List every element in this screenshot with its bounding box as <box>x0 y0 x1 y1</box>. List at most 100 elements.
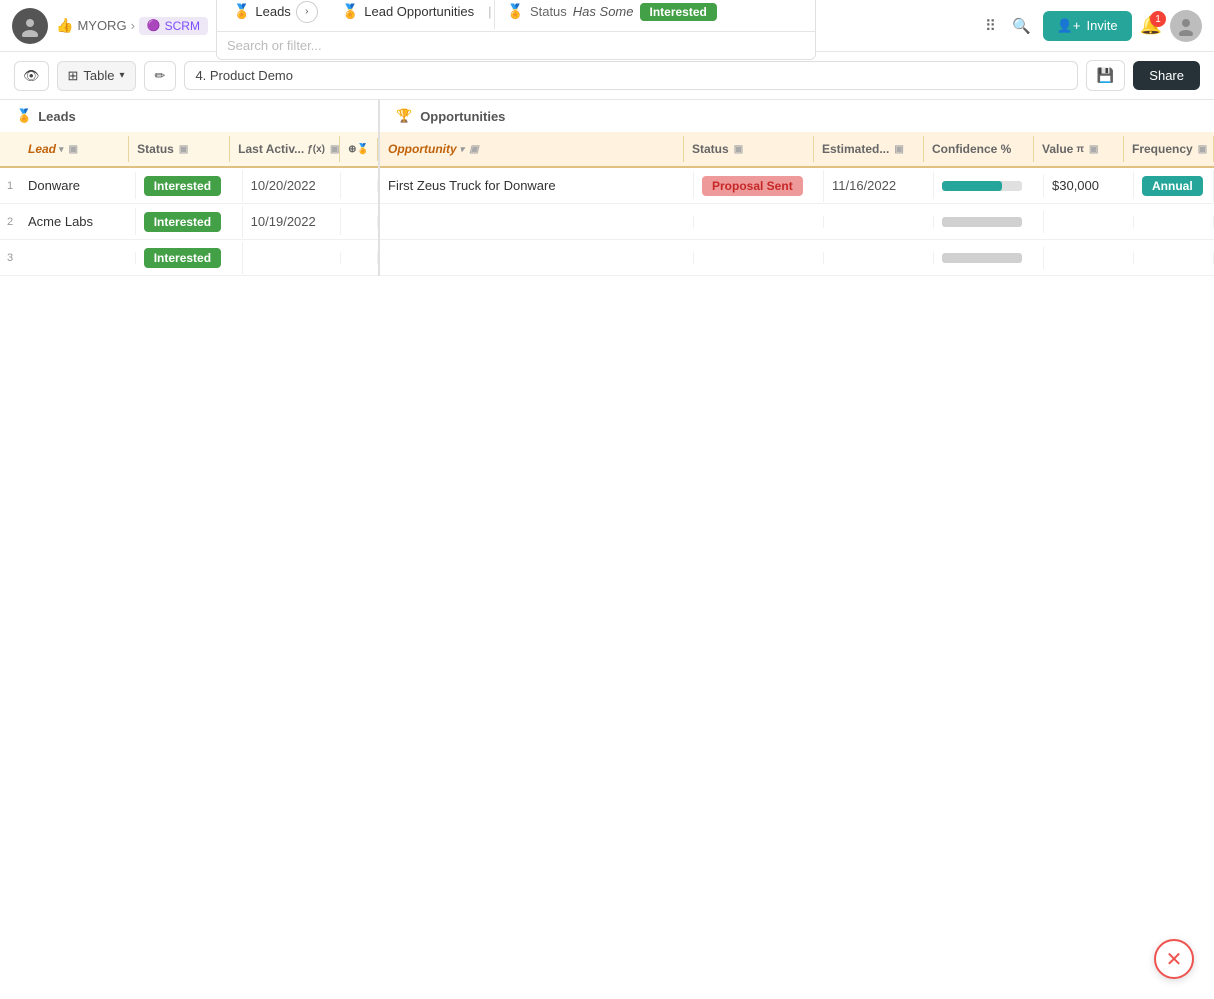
table-row[interactable]: 1 Donware Interested 10/20/2022 <box>0 168 378 204</box>
table-row[interactable] <box>380 204 1214 240</box>
breadcrumb-trail: 🏅 Leads › 🏅 Lead Opportunities | 🏅 Statu… <box>216 0 816 60</box>
invite-button[interactable]: 👤+ Invite <box>1043 11 1132 41</box>
lead-controls-cell <box>341 252 378 264</box>
has-some-label: Has Some <box>573 4 634 19</box>
share-button[interactable]: Share <box>1133 61 1200 90</box>
table-row[interactable]: First Zeus Truck for Donware Proposal Se… <box>380 168 1214 204</box>
estimated-cell: 11/16/2022 <box>824 172 934 199</box>
lead-name-cell[interactable] <box>20 252 136 264</box>
breadcrumb-leads[interactable]: 🏅 Leads › <box>221 0 330 31</box>
app-name: SCRM <box>165 19 200 33</box>
frequency-cell: Annual <box>1134 170 1214 202</box>
opp-status-col-label: Status <box>692 142 729 156</box>
lead-col-label: Lead <box>28 142 56 156</box>
interested-filter-badge[interactable]: Interested <box>640 3 717 21</box>
lead-filter-icon[interactable]: ▣ <box>69 144 78 155</box>
estimated-filter-icon[interactable]: ▣ <box>894 144 903 155</box>
chevron-icon: › <box>131 18 135 33</box>
controls-icons: ⊕🏅 <box>348 144 369 155</box>
estimated-cell <box>824 252 934 264</box>
status-icon: 🏅 <box>507 3 524 20</box>
leads-col-headers: Lead ▾ ▣ Status ▣ Last Activ... ƒ(x) ▣ ⊕… <box>0 132 378 168</box>
edit-button[interactable]: ✏ <box>144 61 177 91</box>
lead-name-cell[interactable]: Acme Labs <box>20 208 136 235</box>
save-button[interactable]: 💾 <box>1086 60 1125 91</box>
value-filter-icon[interactable]: ▣ <box>1089 144 1098 155</box>
leads-section-title: 🏅 Leads <box>0 100 378 132</box>
grid-menu-button[interactable]: ⠿ <box>981 13 1000 39</box>
org-breadcrumb: 👍 MYORG › 🟣 SCRM <box>56 17 208 35</box>
activity-col-label: Last Activ... <box>238 142 304 156</box>
status-col-header[interactable]: Status ▣ <box>129 136 230 162</box>
opportunity-col-label: Opportunity <box>388 142 457 156</box>
opportunity-cell[interactable] <box>380 252 694 264</box>
confidence-col-header[interactable]: Confidence % <box>924 136 1034 162</box>
stage-input[interactable] <box>184 61 1077 90</box>
org-name[interactable]: MYORG <box>77 18 126 33</box>
user-avatar-main[interactable] <box>12 8 48 44</box>
controls-col-header: ⊕🏅 <box>340 138 378 161</box>
lead-controls-cell <box>341 180 378 192</box>
activity-col-header[interactable]: Last Activ... ƒ(x) ▣ <box>230 136 340 162</box>
top-nav: 👍 MYORG › 🟣 SCRM 🏅 Leads › 🏅 Lead Opport… <box>0 0 1214 52</box>
frequency-col-header[interactable]: Frequency ▣ <box>1124 136 1214 162</box>
status-col-label: Status <box>137 142 174 156</box>
confidence-cell <box>934 175 1044 197</box>
table-container: 🏅 Leads Lead ▾ ▣ Status ▣ Last Activ... … <box>0 100 1214 276</box>
opp-status-cell[interactable]: Proposal Sent <box>694 170 824 202</box>
opportunity-cell[interactable]: First Zeus Truck for Donware <box>380 172 694 199</box>
leads-section-icon: 🏅 <box>16 108 32 124</box>
opp-status-col-header[interactable]: Status ▣ <box>684 136 814 162</box>
table-row[interactable]: 3 Interested <box>0 240 378 276</box>
activity-filter-icon[interactable]: ▣ <box>330 144 339 155</box>
opps-section-icon: 🏆 <box>396 108 412 124</box>
value-col-header[interactable]: Value π ▣ <box>1034 136 1124 162</box>
opp-status-filter-icon[interactable]: ▣ <box>734 144 743 155</box>
estimated-col-header[interactable]: Estimated... ▣ <box>814 136 924 162</box>
frequency-filter-icon[interactable]: ▣ <box>1198 144 1207 155</box>
confidence-cell <box>934 211 1044 233</box>
opp-status-cell[interactable] <box>694 216 824 228</box>
opp-status-cell[interactable] <box>694 252 824 264</box>
leads-label: Leads <box>255 4 290 19</box>
lead-name-cell[interactable]: Donware <box>20 172 136 199</box>
status-pill: Interested <box>144 212 221 232</box>
help-button[interactable]: ✕ <box>1154 939 1194 979</box>
frequency-col-label: Frequency <box>1132 142 1193 156</box>
search-placeholder-text[interactable]: Search or filter... <box>227 38 322 53</box>
confidence-bar-container <box>942 181 1022 191</box>
table-row[interactable] <box>380 240 1214 276</box>
status-filter: 🏅 Status Has Some Interested <box>494 0 729 29</box>
lead-col-header[interactable]: Lead ▾ ▣ <box>20 136 129 162</box>
frequency-cell <box>1134 216 1214 228</box>
opportunity-cell[interactable] <box>380 216 694 228</box>
eye-view-button[interactable]: 👁 <box>14 61 49 91</box>
table-view-button[interactable]: ⊞ Table ▾ <box>57 61 136 91</box>
opp-sort-icon: ▾ <box>460 144 465 155</box>
value-pi-icon: π <box>1076 144 1084 155</box>
breadcrumb-lead-opps[interactable]: 🏅 Lead Opportunities <box>330 0 486 28</box>
table-row[interactable]: 2 Acme Labs Interested 10/19/2022 <box>0 204 378 240</box>
search-button[interactable]: 🔍 <box>1008 13 1035 39</box>
value-col-label: Value <box>1042 142 1073 156</box>
invite-label: Invite <box>1087 18 1118 33</box>
opp-filter-icon[interactable]: ▣ <box>469 144 478 155</box>
thumbs-up-icon: 👍 <box>56 17 73 34</box>
lead-activity-cell: 10/19/2022 <box>243 208 341 235</box>
breadcrumb-search-bar[interactable]: 🏅 Leads › 🏅 Lead Opportunities | 🏅 Statu… <box>217 0 815 32</box>
scrm-icon: 🟣 <box>147 19 161 32</box>
invite-icon: 👤+ <box>1057 18 1081 34</box>
leads-panel: 🏅 Leads Lead ▾ ▣ Status ▣ Last Activ... … <box>0 100 380 276</box>
scrm-badge[interactable]: 🟣 SCRM <box>139 17 208 35</box>
lead-status-cell[interactable]: Interested <box>136 170 243 202</box>
estimated-cell <box>824 216 934 228</box>
user-menu-avatar[interactable] <box>1170 10 1202 42</box>
lead-status-cell[interactable]: Interested <box>136 242 243 274</box>
leads-arrow[interactable]: › <box>296 1 318 23</box>
status-filter-icon[interactable]: ▣ <box>179 144 188 155</box>
lead-status-cell[interactable]: Interested <box>136 206 243 238</box>
opportunity-col-header[interactable]: Opportunity ▾ ▣ <box>380 136 684 162</box>
opps-col-headers: Opportunity ▾ ▣ Status ▣ Estimated... ▣ … <box>380 132 1214 168</box>
frequency-badge: Annual <box>1142 176 1203 196</box>
notifications-button[interactable]: 🔔 1 <box>1140 15 1162 36</box>
